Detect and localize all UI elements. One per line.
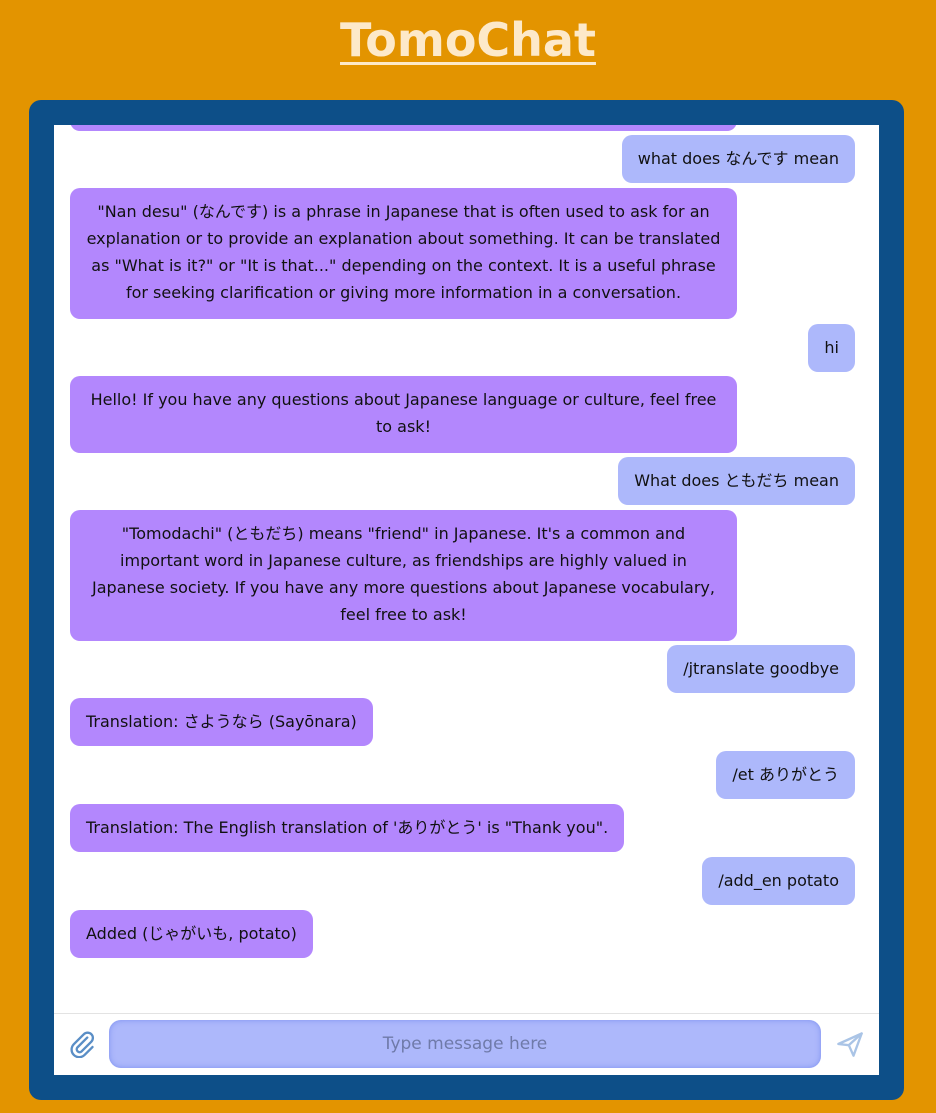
app-title: TomoChat (340, 13, 596, 67)
user-message: What does ともだち mean (618, 457, 855, 505)
user-message: what does なんです mean (621, 135, 855, 183)
send-icon[interactable] (836, 1030, 864, 1058)
message-input[interactable] (109, 1020, 821, 1068)
bot-message: "Nan desu" (なんです) is a phrase in Japanes… (70, 188, 737, 319)
user-message: hi (808, 324, 855, 372)
chat-window: what does なんです mean "Nan desu" (なんです) is… (54, 125, 879, 1075)
paperclip-icon[interactable] (68, 1030, 96, 1059)
bot-message: "Tomodachi" (ともだち) means "friend" in Jap… (70, 510, 737, 641)
user-message: /jtranslate goodbye (667, 645, 855, 693)
user-message: /et ありがとう (716, 751, 855, 799)
chat-frame: what does なんです mean "Nan desu" (なんです) is… (29, 100, 904, 1100)
user-message: /add_en potato (702, 857, 855, 905)
bot-message: Added (じゃがいも, potato) (70, 910, 313, 958)
bot-message: Translation: さようなら (Sayōnara) (70, 698, 373, 746)
message-list[interactable]: what does なんです mean "Nan desu" (なんです) is… (54, 125, 879, 1013)
bot-message: Translation: The English translation of … (70, 804, 625, 852)
bot-message-partial (70, 125, 737, 131)
composer (54, 1014, 879, 1075)
bot-message: Hello! If you have any questions about J… (70, 376, 737, 453)
